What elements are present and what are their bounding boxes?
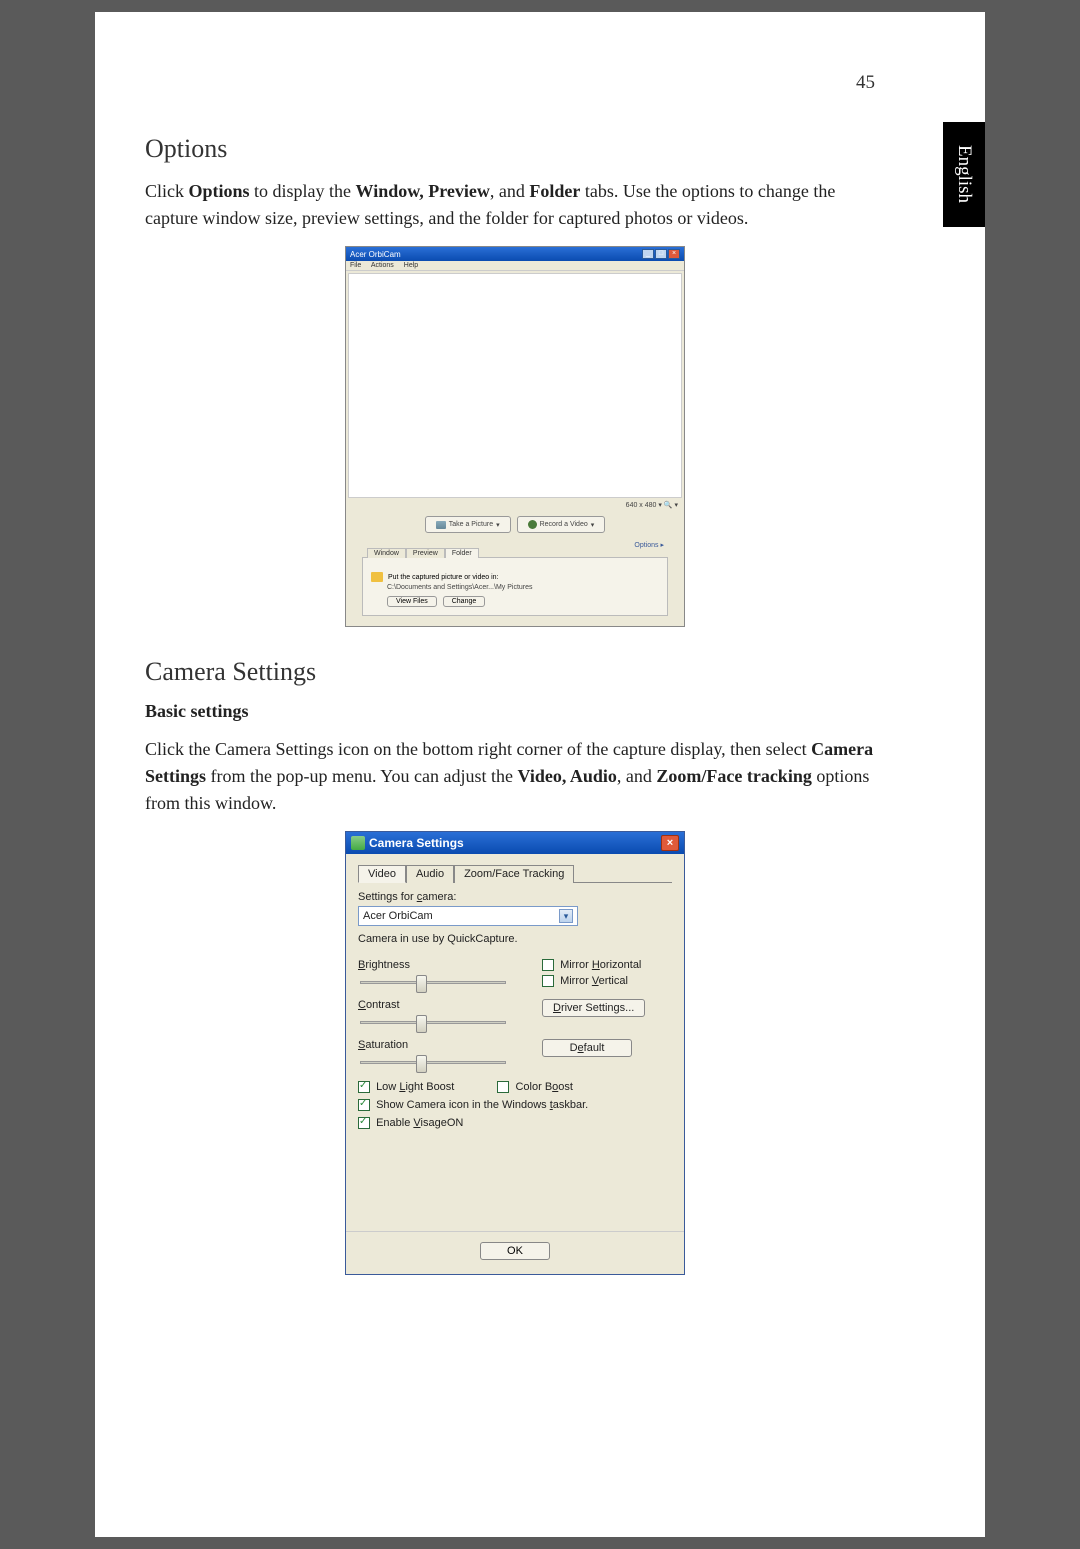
camera-icon — [436, 521, 446, 529]
brightness-label: Brightness — [358, 959, 518, 971]
contrast-label: Contrast — [358, 999, 518, 1011]
camset-ok-bar: OK — [346, 1231, 684, 1274]
brightness-slider[interactable] — [358, 973, 508, 993]
color-boost-checkbox[interactable] — [497, 1081, 509, 1093]
saturation-slider[interactable] — [358, 1053, 508, 1073]
video-icon — [528, 520, 537, 529]
camset-tabs: Video Audio Zoom/Face Tracking — [358, 864, 672, 883]
change-button[interactable]: Change — [443, 596, 486, 607]
tab-window[interactable]: Window — [367, 548, 406, 558]
enable-visageon-checkbox[interactable] — [358, 1117, 370, 1129]
orbicam-menubar: File Actions Help — [346, 261, 684, 271]
orbicam-options-panel: Window Preview Folder Put the captured p… — [362, 557, 668, 616]
language-tab: English — [943, 122, 985, 227]
camera-status: Camera in use by QuickCapture. — [358, 933, 672, 945]
camset-body: Video Audio Zoom/Face Tracking Settings … — [346, 854, 684, 1231]
camset-titlebar: Camera Settings × — [346, 832, 684, 854]
folder-path: C:\Documents and Settings\Acer...\My Pic… — [387, 582, 659, 593]
minimize-button[interactable]: _ — [642, 249, 654, 259]
show-camera-icon-checkbox[interactable] — [358, 1099, 370, 1111]
row-saturation: Saturation Default — [358, 1039, 672, 1073]
document-page: 45 English Options Click Options to disp… — [95, 12, 985, 1537]
orbicam-title-text: Acer OrbiCam — [350, 250, 401, 259]
folder-icon — [371, 572, 383, 582]
options-heading: Options — [145, 134, 885, 164]
enable-visage-row: Enable VisageON — [358, 1117, 672, 1129]
camera-settings-window: Camera Settings × Video Audio Zoom/Face … — [345, 831, 685, 1275]
mirror-horizontal-checkbox[interactable] — [542, 959, 554, 971]
contrast-slider[interactable] — [358, 1013, 508, 1033]
orbicam-preview-area — [348, 273, 682, 498]
dropdown-arrow-icon: ▾ — [559, 909, 573, 923]
mirror-vertical-checkbox-row: Mirror Vertical — [542, 975, 672, 987]
low-light-boost-checkbox[interactable] — [358, 1081, 370, 1093]
mirror-vertical-checkbox[interactable] — [542, 975, 554, 987]
row-brightness: Brightness Mirror Horizontal — [358, 959, 672, 993]
tab-preview[interactable]: Preview — [406, 548, 445, 558]
camset-app-icon — [351, 836, 365, 850]
tab-audio[interactable]: Audio — [406, 865, 454, 883]
camset-title-text: Camera Settings — [369, 836, 464, 850]
checkboxes-row1: Low Light Boost Color Boost — [358, 1081, 672, 1093]
folder-buttons: View Files Change — [387, 593, 659, 607]
saturation-label: Saturation — [358, 1039, 518, 1051]
record-video-button[interactable]: Record a Video ▾ — [517, 516, 606, 533]
page-content: Options Click Options to display the Win… — [145, 134, 885, 1275]
folder-row: Put the captured picture or video in: — [371, 572, 659, 582]
mirror-horizontal-checkbox-row: Mirror Horizontal — [542, 959, 672, 971]
close-button[interactable]: × — [668, 249, 680, 259]
tab-zoom-face[interactable]: Zoom/Face Tracking — [454, 865, 574, 883]
window-controls: _ □ × — [642, 249, 680, 259]
tab-folder[interactable]: Folder — [445, 548, 479, 558]
driver-settings-button[interactable]: Driver Settings... — [542, 999, 645, 1017]
camera-settings-heading: Camera Settings — [145, 657, 885, 687]
show-icon-row: Show Camera icon in the Windows taskbar. — [358, 1099, 672, 1111]
menu-actions[interactable]: Actions — [371, 262, 394, 269]
menu-help[interactable]: Help — [404, 262, 418, 269]
camera-dropdown[interactable]: Acer OrbiCam ▾ — [358, 906, 578, 926]
orbicam-screenshot: Acer OrbiCam _ □ × File Actions Help 640… — [145, 246, 885, 627]
basic-settings-subheading: Basic settings — [145, 701, 885, 722]
default-button[interactable]: Default — [542, 1039, 632, 1057]
ok-button[interactable]: OK — [480, 1242, 550, 1260]
orbicam-tab-headers: Window Preview Folder — [367, 548, 479, 558]
options-paragraph: Click Options to display the Window, Pre… — [145, 178, 885, 232]
take-picture-button[interactable]: Take a Picture ▾ — [425, 516, 511, 533]
tab-video[interactable]: Video — [358, 865, 406, 883]
orbicam-statusbar: 640 x 480 ▾ 🔍 ▾ — [346, 500, 684, 510]
maximize-button[interactable]: □ — [655, 249, 667, 259]
row-contrast: Contrast Driver Settings... — [358, 999, 672, 1033]
camset-close-button[interactable]: × — [661, 835, 679, 851]
orbicam-titlebar: Acer OrbiCam _ □ × — [346, 247, 684, 261]
page-number: 45 — [145, 72, 875, 94]
camera-settings-screenshot: Camera Settings × Video Audio Zoom/Face … — [145, 831, 885, 1275]
camera-settings-paragraph: Click the Camera Settings icon on the bo… — [145, 736, 885, 817]
orbicam-action-buttons: Take a Picture ▾ Record a Video ▾ — [346, 510, 684, 539]
menu-file[interactable]: File — [350, 262, 361, 269]
settings-for-camera-label: Settings for camera: — [358, 891, 672, 903]
orbicam-window: Acer OrbiCam _ □ × File Actions Help 640… — [345, 246, 685, 627]
view-files-button[interactable]: View Files — [387, 596, 437, 607]
